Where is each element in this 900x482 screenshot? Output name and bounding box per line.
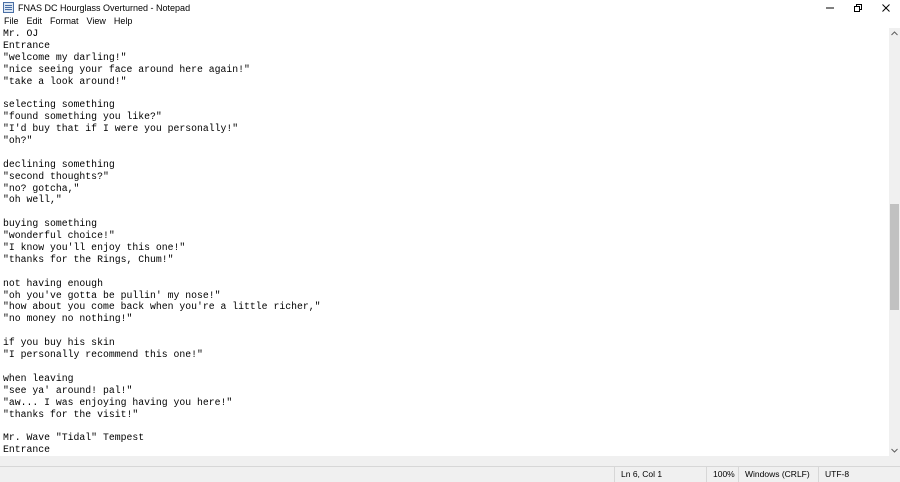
text-line[interactable]: "no? gotcha," xyxy=(3,183,889,195)
scroll-up-button[interactable] xyxy=(889,28,900,39)
text-line[interactable]: Entrance xyxy=(3,444,889,456)
encoding: UTF-8 xyxy=(818,467,900,482)
status-bar: Ln 6, Col 1 100% Windows (CRLF) UTF-8 xyxy=(0,466,900,482)
text-line[interactable]: "nice seeing your face around here again… xyxy=(3,64,889,76)
text-line[interactable] xyxy=(3,420,889,432)
text-line[interactable] xyxy=(3,325,889,337)
cursor-position: Ln 6, Col 1 xyxy=(614,467,706,482)
title-bar: FNAS DC Hourglass Overturned - Notepad xyxy=(0,0,900,15)
text-line[interactable]: "welcome my darling!" xyxy=(3,52,889,64)
text-line[interactable] xyxy=(3,206,889,218)
close-button[interactable] xyxy=(872,0,900,15)
text-line[interactable]: when leaving xyxy=(3,373,889,385)
menu-file[interactable]: File xyxy=(0,15,23,28)
text-line[interactable]: "see ya' around! pal!" xyxy=(3,385,889,397)
text-line[interactable]: "thanks for the Rings, Chum!" xyxy=(3,254,889,266)
text-line[interactable]: selecting something xyxy=(3,99,889,111)
menu-view[interactable]: View xyxy=(83,15,110,28)
window-controls xyxy=(816,0,900,15)
text-line[interactable]: "found something you like?" xyxy=(3,111,889,123)
text-line[interactable]: "I personally recommend this one!" xyxy=(3,349,889,361)
text-line[interactable]: "thanks for the visit!" xyxy=(3,409,889,421)
text-line[interactable]: "second thoughts?" xyxy=(3,171,889,183)
text-line[interactable]: Mr. OJ xyxy=(3,28,889,40)
text-line[interactable] xyxy=(3,147,889,159)
text-line[interactable]: Entrance xyxy=(3,40,889,52)
vertical-scrollbar[interactable] xyxy=(889,28,900,456)
text-line[interactable]: "I know you'll enjoy this one!" xyxy=(3,242,889,254)
text-line[interactable]: "aw... I was enjoying having you here!" xyxy=(3,397,889,409)
text-editor[interactable]: Mr. OJ Entrance "welcome my darling!" "nice… xyxy=(0,28,889,456)
restore-button[interactable] xyxy=(844,0,872,15)
text-line[interactable]: "wonderful choice!" xyxy=(3,230,889,242)
text-line[interactable]: declining something xyxy=(3,159,889,171)
minimize-icon xyxy=(826,7,834,8)
text-line[interactable]: buying something xyxy=(3,218,889,230)
minimize-button[interactable] xyxy=(816,0,844,15)
text-line[interactable]: not having enough xyxy=(3,278,889,290)
text-line[interactable] xyxy=(3,87,889,99)
scrollbar-thumb[interactable] xyxy=(890,204,899,310)
chevron-down-icon xyxy=(891,448,898,453)
text-line[interactable]: "I'd buy that if I were you personally!" xyxy=(3,123,889,135)
chevron-up-icon xyxy=(891,31,898,36)
notepad-icon xyxy=(3,2,14,13)
scroll-down-button[interactable] xyxy=(889,445,900,456)
text-line[interactable] xyxy=(3,361,889,373)
text-line[interactable]: "take a look around!" xyxy=(3,76,889,88)
menu-bar: File Edit Format View Help xyxy=(0,15,900,28)
line-ending: Windows (CRLF) xyxy=(738,467,818,482)
window-title: FNAS DC Hourglass Overturned - Notepad xyxy=(18,2,191,13)
text-content[interactable]: Mr. OJ Entrance "welcome my darling!" "nice… xyxy=(0,28,889,456)
menu-format[interactable]: Format xyxy=(46,15,83,28)
text-line[interactable]: if you buy his skin xyxy=(3,337,889,349)
text-line[interactable]: "oh?" xyxy=(3,135,889,147)
text-line[interactable]: Mr. Wave "Tidal" Tempest xyxy=(3,432,889,444)
menu-edit[interactable]: Edit xyxy=(23,15,47,28)
text-line[interactable]: "oh you've gotta be pullin' my nose!" xyxy=(3,290,889,302)
text-line[interactable]: "how about you come back when you're a l… xyxy=(3,301,889,313)
close-icon xyxy=(882,3,890,12)
horizontal-scroll-area xyxy=(0,456,900,466)
zoom-level: 100% xyxy=(706,467,738,482)
text-line[interactable]: "oh well," xyxy=(3,194,889,206)
restore-icon xyxy=(854,3,862,12)
text-line[interactable]: "no money no nothing!" xyxy=(3,313,889,325)
text-line[interactable] xyxy=(3,266,889,278)
menu-help[interactable]: Help xyxy=(110,15,137,28)
